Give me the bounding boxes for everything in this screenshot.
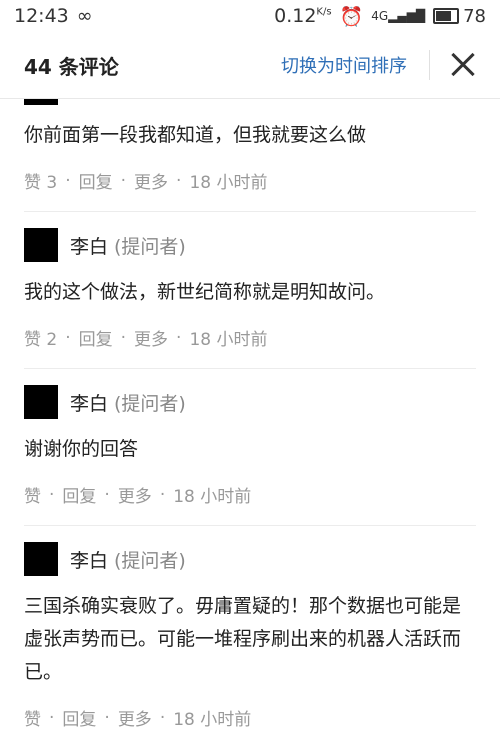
separator: · <box>176 327 182 348</box>
avatar[interactable] <box>24 228 58 262</box>
reply-button[interactable]: 回复 <box>62 482 96 507</box>
separator: · <box>120 170 127 191</box>
avatar[interactable] <box>24 542 58 576</box>
separator: · <box>120 327 127 348</box>
comment-actions: 赞 · 回复 · 更多 · 18 小时前 <box>24 466 476 525</box>
sort-toggle-button[interactable]: 切换为时间排序 <box>281 52 407 78</box>
comment-text: 三国杀确实衰败了。毋庸置疑的！那个数据也可能是虚张声势而已。可能一堆程序刷出来的… <box>24 595 462 683</box>
reply-button[interactable]: 回复 <box>79 325 113 350</box>
speed-unit: K/s <box>316 6 332 18</box>
like-button[interactable]: 赞 <box>24 705 41 730</box>
comments-header: 44 条评论 切换为时间排序 <box>0 32 500 99</box>
separator: · <box>65 170 71 191</box>
more-button[interactable]: 更多 <box>134 168 168 193</box>
reply-button[interactable]: 回复 <box>79 168 113 193</box>
status-bar: 12:43 ∞ 0.12K/s ⏰ 4G▂▄▆█ 78 <box>0 0 500 32</box>
comment-item: 你前面第一段我都知道，但我就要这么做 赞 3 · 回复 · 更多 · 18 小时… <box>24 99 476 212</box>
comment-item: 李白 (提问者) 三国杀确实衰败了。毋庸置疑的！那个数据也可能是虚张声势而已。可… <box>24 526 476 748</box>
status-time: 12:43 <box>14 5 69 27</box>
separator: · <box>104 484 110 505</box>
comment-author[interactable]: 李白 <box>70 546 108 573</box>
comment-item: 李白 (提问者) 我的这个做法，新世纪简称就是明知故问。 赞 2 · 回复 · … <box>24 212 476 369</box>
author-role: (提问者) <box>114 392 186 415</box>
battery-indicator: 78 <box>433 6 486 27</box>
comment-time: 18 小时前 <box>189 173 268 193</box>
reply-button[interactable]: 回复 <box>62 705 96 730</box>
like-button[interactable]: 赞 2 <box>24 325 57 350</box>
avatar[interactable] <box>24 385 58 419</box>
alarm-icon: ⏰ <box>339 5 364 28</box>
author-role: (提问者) <box>114 549 186 572</box>
comment-text: 谢谢你的回答 <box>24 438 139 460</box>
comment-author[interactable]: 李白 <box>70 389 108 416</box>
comment-actions: 赞 3 · 回复 · 更多 · 18 小时前 <box>24 152 476 211</box>
comment-time: 18 小时前 <box>173 710 252 730</box>
separator: · <box>176 170 182 191</box>
like-button[interactable]: 赞 3 <box>24 168 57 193</box>
separator: · <box>49 484 55 505</box>
more-button[interactable]: 更多 <box>118 705 152 730</box>
separator: · <box>65 327 71 348</box>
header-divider <box>429 50 430 80</box>
like-button[interactable]: 赞 <box>24 482 41 507</box>
infinity-icon: ∞ <box>76 5 93 27</box>
comment-list: 你前面第一段我都知道，但我就要这么做 赞 3 · 回复 · 更多 · 18 小时… <box>0 99 500 748</box>
comment-count: 44 条评论 <box>24 54 119 79</box>
author-role: (提问者) <box>114 235 186 258</box>
comment-actions: 赞 2 · 回复 · 更多 · 18 小时前 <box>24 309 476 368</box>
comment-time: 18 小时前 <box>189 330 268 350</box>
comment-time: 18 小时前 <box>173 487 252 507</box>
close-icon[interactable] <box>450 52 476 78</box>
comment-actions: 赞 · 回复 · 更多 · 18 小时前 <box>24 689 476 748</box>
comment-author[interactable]: 李白 <box>70 232 108 259</box>
more-button[interactable]: 更多 <box>134 325 168 350</box>
comment-text: 我的这个做法，新世纪简称就是明知故问。 <box>24 281 386 303</box>
separator: · <box>159 484 166 505</box>
battery-icon <box>433 8 460 24</box>
more-button[interactable]: 更多 <box>118 482 152 507</box>
signal-icon: 4G▂▄▆█ <box>371 9 426 23</box>
network-speed: 0.12K/s <box>274 5 332 27</box>
comment-text: 你前面第一段我都知道，但我就要这么做 <box>24 124 367 146</box>
comment-item: 李白 (提问者) 谢谢你的回答 赞 · 回复 · 更多 · 18 小时前 <box>24 369 476 526</box>
